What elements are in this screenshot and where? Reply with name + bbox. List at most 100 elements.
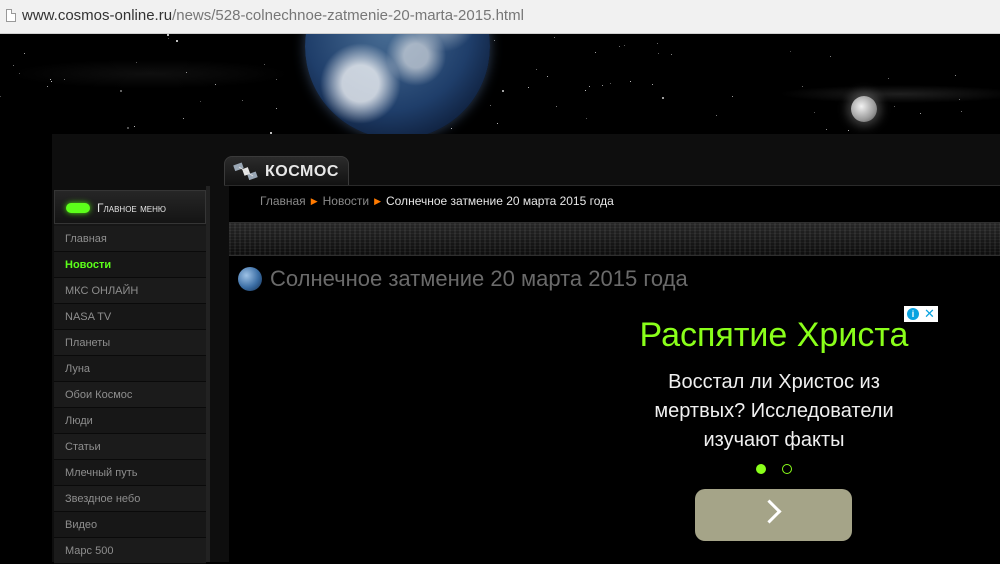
sidebar-item-people[interactable]: Люди [54, 408, 206, 434]
sidebar-item-label: Млечный путь [65, 467, 138, 479]
url-path: /news/528-colnechnoe-zatmenie-20-marta-2… [172, 7, 524, 24]
ad-headline[interactable]: Распятие Христа [626, 316, 922, 355]
star-dot [802, 86, 803, 87]
sidebar-item-nasa-tv[interactable]: NASA TV [54, 304, 206, 330]
breadcrumb-arrow-icon: ▶ [374, 196, 381, 206]
decorative-strip [229, 222, 1000, 256]
main-content: Главная ▶ Новости ▶ Солнечное затмение 20 ма… [229, 186, 1000, 562]
sidebar-item-label: Марс 500 [65, 545, 114, 557]
star-dot [120, 90, 122, 92]
star-dot [619, 46, 620, 47]
sidebar-item-label: Луна [65, 363, 91, 375]
site-tab-label: КОСМОС [265, 163, 339, 180]
star-dot [502, 90, 504, 92]
star-dot [276, 79, 277, 80]
star-dot [961, 111, 962, 112]
star-dot [134, 126, 135, 127]
star-dot [242, 100, 243, 101]
star-dot [24, 53, 25, 54]
carousel-dot-active[interactable] [756, 464, 766, 474]
sidebar-item-home[interactable]: Главная [54, 226, 206, 252]
star-dot [814, 112, 815, 113]
star-dot [264, 64, 265, 65]
breadcrumb-arrow-icon: ▶ [310, 196, 318, 206]
star-dot [554, 37, 555, 38]
star-dot [920, 113, 921, 114]
sidebar: Главное меню Главная Новости МКС ОНЛАЙН … [54, 190, 206, 564]
globe-icon [238, 267, 262, 291]
sidebar-item-mars-500[interactable]: Марс 500 [54, 538, 206, 564]
sidebar-item-label: Обои Космос [65, 389, 133, 401]
page-title-text: Солнечное затмение 20 марта 2015 года [270, 266, 688, 291]
url-host: www.cosmos-online.ru [22, 7, 173, 24]
carousel-dot[interactable] [782, 464, 792, 474]
breadcrumb-home-link[interactable]: Главная [260, 194, 306, 208]
url-text[interactable]: www.cosmos-online.ru/news/528-colnechnoe… [22, 7, 524, 24]
star-dot [50, 79, 51, 80]
star-dot [536, 69, 537, 70]
star-dot [586, 118, 587, 119]
star-dot [276, 108, 277, 109]
breadcrumb-news-link[interactable]: Новости [323, 194, 369, 208]
star-dot [51, 81, 52, 82]
star-dot [671, 54, 672, 55]
star-dot [556, 106, 557, 107]
star-dot [183, 118, 184, 119]
star-dot [888, 78, 889, 79]
satellite-icon [233, 162, 258, 181]
star-dot [167, 34, 169, 36]
star-dot [624, 45, 625, 46]
star-dot [658, 53, 659, 54]
star-dot [610, 83, 611, 84]
star-dot [200, 101, 201, 102]
star-dot [630, 81, 631, 82]
star-dot [595, 52, 596, 53]
star-dot [451, 128, 452, 129]
sidebar-item-label: Главная [65, 233, 107, 245]
star-dot [848, 130, 849, 131]
star-dot [497, 123, 498, 124]
sidebar-item-iss-online[interactable]: МКС ОНЛАЙН [54, 278, 206, 304]
sidebar-divider [206, 186, 210, 562]
star-dot [127, 127, 129, 129]
earth-image [305, 34, 490, 139]
star-dot [657, 43, 658, 44]
star-dot [168, 38, 169, 39]
star-dot [215, 84, 216, 85]
site-tab[interactable]: КОСМОС [224, 156, 349, 186]
star-dot [13, 65, 14, 66]
star-dot [826, 129, 827, 130]
close-icon[interactable]: ✕ [924, 306, 935, 322]
main-menu-title: Главное меню [97, 201, 166, 215]
sidebar-item-articles[interactable]: Статьи [54, 434, 206, 460]
star-dot [176, 40, 178, 42]
main-menu: Главная Новости МКС ОНЛАЙН NASA TV Плане… [54, 226, 206, 564]
star-dot [186, 72, 187, 73]
star-dot [589, 86, 590, 87]
star-dot [955, 75, 956, 76]
sidebar-item-milky-way[interactable]: Млечный путь [54, 460, 206, 486]
sidebar-item-moon[interactable]: Луна [54, 356, 206, 382]
sidebar-item-label: Видео [65, 519, 98, 531]
star-dot [894, 106, 895, 107]
star-dot [64, 79, 65, 80]
star-dot [662, 97, 664, 99]
page-icon [6, 9, 16, 22]
sidebar-item-space-wallpapers[interactable]: Обои Космос [54, 382, 206, 408]
sidebar-item-video[interactable]: Видео [54, 512, 206, 538]
sidebar-item-news[interactable]: Новости [54, 252, 206, 278]
ad-banner[interactable]: i ✕ Распятие Христа Восстал ли Христос и… [626, 306, 944, 546]
star-dot [790, 51, 791, 52]
ad-body-text[interactable]: Восстал ли Христос из мертвых? Исследова… [626, 368, 922, 455]
star-dot [585, 90, 586, 91]
star-dot [652, 84, 653, 85]
breadcrumb: Главная ▶ Новости ▶ Солнечное затмение 20 ма… [260, 194, 614, 208]
ad-next-button[interactable] [695, 489, 852, 541]
address-bar[interactable]: www.cosmos-online.ru/news/528-colnechnoe… [0, 0, 1000, 34]
star-dot [0, 96, 1, 97]
chevron-right-icon [757, 499, 782, 524]
sidebar-item-planets[interactable]: Планеты [54, 330, 206, 356]
moon-image [851, 96, 877, 122]
sidebar-item-starry-sky[interactable]: Звездное небо [54, 486, 206, 512]
star-dot [490, 105, 491, 106]
